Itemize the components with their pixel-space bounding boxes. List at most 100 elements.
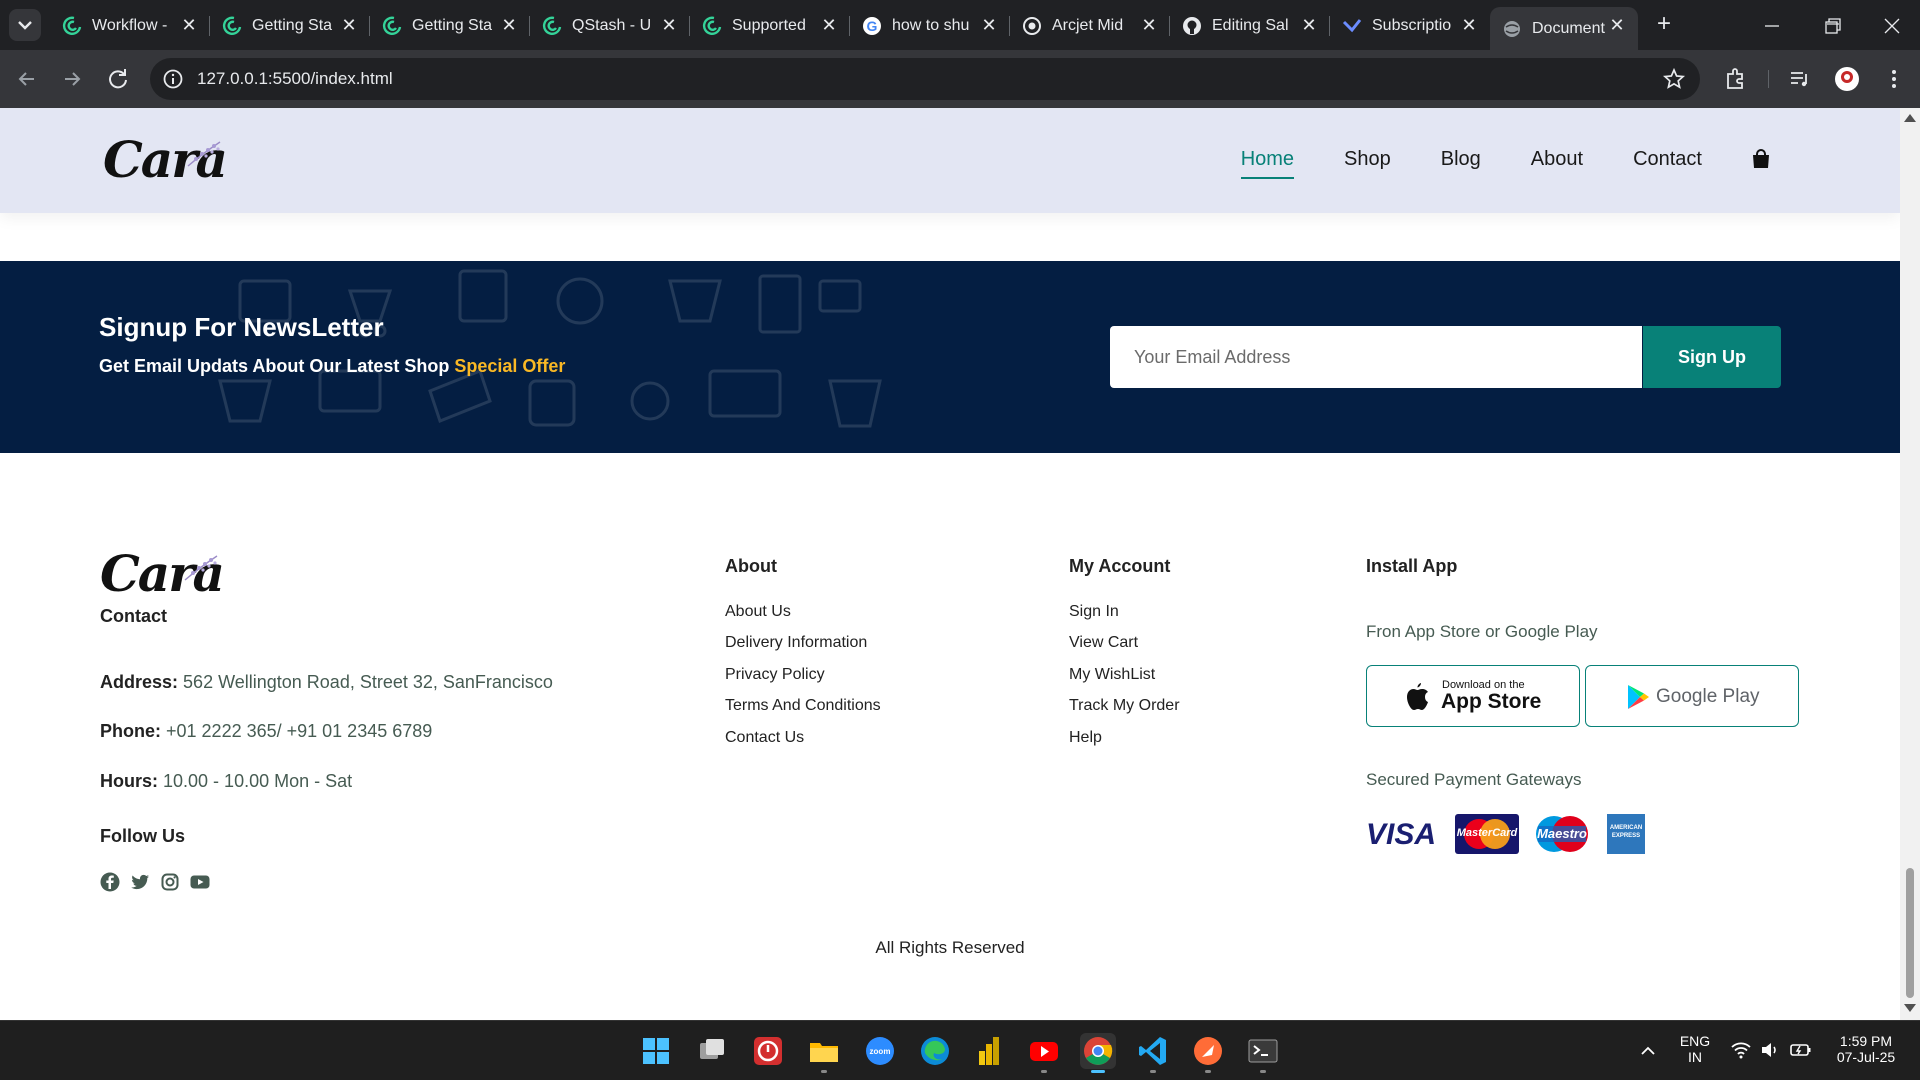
app-store-button[interactable]: Download on the App Store [1366,665,1580,727]
language-indicator[interactable]: ENG IN [1675,1033,1715,1065]
taskbar-app-active[interactable] [1080,1033,1116,1073]
start-button[interactable] [638,1033,674,1069]
globe-icon [1504,20,1520,37]
footer-link-wishlist[interactable]: My WishList [1069,666,1155,684]
nav-link-blog[interactable]: Blog [1441,148,1481,171]
new-tab-button[interactable]: + [1652,12,1676,36]
close-icon[interactable]: ✕ [1608,16,1626,34]
footer-link-view-cart[interactable]: View Cart [1069,634,1138,652]
close-icon[interactable]: ✕ [820,16,838,34]
chevron-up-icon[interactable] [1638,1041,1658,1061]
taskbar-app[interactable] [1026,1033,1062,1073]
browser-tab[interactable]: Arcjet Mid ✕ [1010,7,1170,44]
taskbar-app[interactable] [1190,1033,1226,1073]
mastercard-logo: MasterCard [1455,814,1519,854]
browser-tab[interactable]: QStash - U ✕ [530,7,690,44]
scroll-down-arrow[interactable] [1904,1004,1916,1012]
close-icon[interactable]: ✕ [1300,16,1318,34]
chrome-menu-icon[interactable] [1880,65,1908,93]
close-icon[interactable]: ✕ [660,16,678,34]
profile-avatar-icon[interactable] [1833,65,1861,93]
close-icon[interactable]: ✕ [980,16,998,34]
nav-link-shop[interactable]: Shop [1344,148,1391,171]
window-close-icon[interactable] [1880,14,1904,38]
browser-tab[interactable]: G how to shu ✕ [850,7,1010,44]
language-code: ENG [1679,1033,1711,1049]
window-restore-icon[interactable] [1821,14,1845,38]
footer-link-about-us[interactable]: About Us [725,603,791,621]
bookmark-star-icon[interactable] [1662,67,1686,91]
tab-title: Getting Sta [252,16,333,34]
reload-icon[interactable] [105,66,131,92]
browser-tab[interactable]: Workflow - ✕ [50,7,210,44]
taskbar-app[interactable] [971,1033,1007,1069]
close-icon[interactable]: ✕ [1460,16,1478,34]
app-store-label: App Store [1441,690,1542,713]
nav-link-contact[interactable]: Contact [1633,148,1702,171]
footer-link-track-order[interactable]: Track My Order [1069,697,1180,715]
tab-title: how to shu [892,16,970,34]
mastercard-text: MasterCard [1456,827,1518,839]
hours-value: 10.00 - 10.00 Mon - Sat [163,771,353,791]
browser-tab[interactable]: Getting Sta ✕ [370,7,530,44]
window-minimize-icon[interactable] [1760,14,1784,38]
back-arrow-icon[interactable] [14,66,40,92]
svg-text:zoom: zoom [870,1047,891,1056]
email-input[interactable] [1110,326,1642,388]
close-icon[interactable]: ✕ [500,16,518,34]
qstash-icon [542,16,562,35]
close-icon[interactable]: ✕ [1140,16,1158,34]
youtube-icon[interactable] [190,872,210,892]
shopping-bag-icon[interactable] [1752,148,1770,169]
wifi-icon[interactable] [1730,1039,1752,1061]
browser-tab-active[interactable]: Document ✕ [1490,7,1638,50]
subscription-icon [1342,18,1362,32]
footer-link-contact-us[interactable]: Contact Us [725,729,804,747]
twitter-icon[interactable] [130,872,150,892]
clock[interactable]: 1:59 PM 07-Jul-25 [1826,1033,1906,1065]
forward-arrow-icon[interactable] [59,66,85,92]
scroll-up-arrow[interactable] [1904,114,1916,122]
page-scrollbar[interactable] [1900,108,1920,1020]
facebook-icon[interactable] [100,872,120,892]
postman-icon [1194,1037,1222,1065]
taskbar-app[interactable] [750,1033,786,1069]
taskbar-app[interactable] [1245,1033,1281,1073]
site-info-icon[interactable] [162,68,184,90]
battery-icon[interactable] [1789,1039,1813,1061]
maestro-logo: Maestro [1530,814,1594,854]
instagram-icon[interactable] [160,872,180,892]
browser-tab[interactable]: Editing Sal ✕ [1170,7,1330,44]
footer-link-delivery[interactable]: Delivery Information [725,634,867,652]
browser-tab[interactable]: Getting Sta ✕ [210,7,370,44]
footer-link-terms[interactable]: Terms And Conditions [725,697,881,715]
footer-link-privacy[interactable]: Privacy Policy [725,666,825,684]
chrome-icon [1084,1037,1113,1065]
close-icon[interactable]: ✕ [180,16,198,34]
visa-logo: VISA [1366,814,1440,854]
browser-tab[interactable]: Supported ✕ [690,7,850,44]
volume-icon[interactable] [1759,1039,1781,1061]
close-icon[interactable]: ✕ [340,16,358,34]
tab-search-button[interactable] [9,9,41,41]
signup-button[interactable]: Sign Up [1643,326,1781,388]
extensions-icon[interactable] [1722,65,1750,93]
region-code: IN [1688,1049,1702,1065]
taskbar-app[interactable] [917,1033,953,1069]
nav-link-about[interactable]: About [1531,148,1583,171]
footer-link-help[interactable]: Help [1069,729,1102,747]
task-view-button[interactable] [694,1033,730,1069]
taskbar-app[interactable]: zoom [862,1033,898,1069]
nav-link-home[interactable]: Home [1240,148,1295,179]
taskbar-app[interactable] [1135,1033,1171,1073]
browser-tab[interactable]: Subscriptio ✕ [1330,7,1490,44]
qstash-icon [382,16,402,35]
address-bar[interactable]: 127.0.0.1:5500/index.html [150,58,1700,100]
media-control-icon[interactable] [1786,65,1814,93]
footer-link-sign-in[interactable]: Sign In [1069,603,1119,621]
terminal-icon [1248,1039,1278,1063]
scrollbar-thumb[interactable] [1906,868,1914,998]
google-play-button[interactable]: Google Play [1585,665,1799,727]
taskbar-app[interactable] [806,1033,842,1073]
edge-icon [921,1037,949,1065]
